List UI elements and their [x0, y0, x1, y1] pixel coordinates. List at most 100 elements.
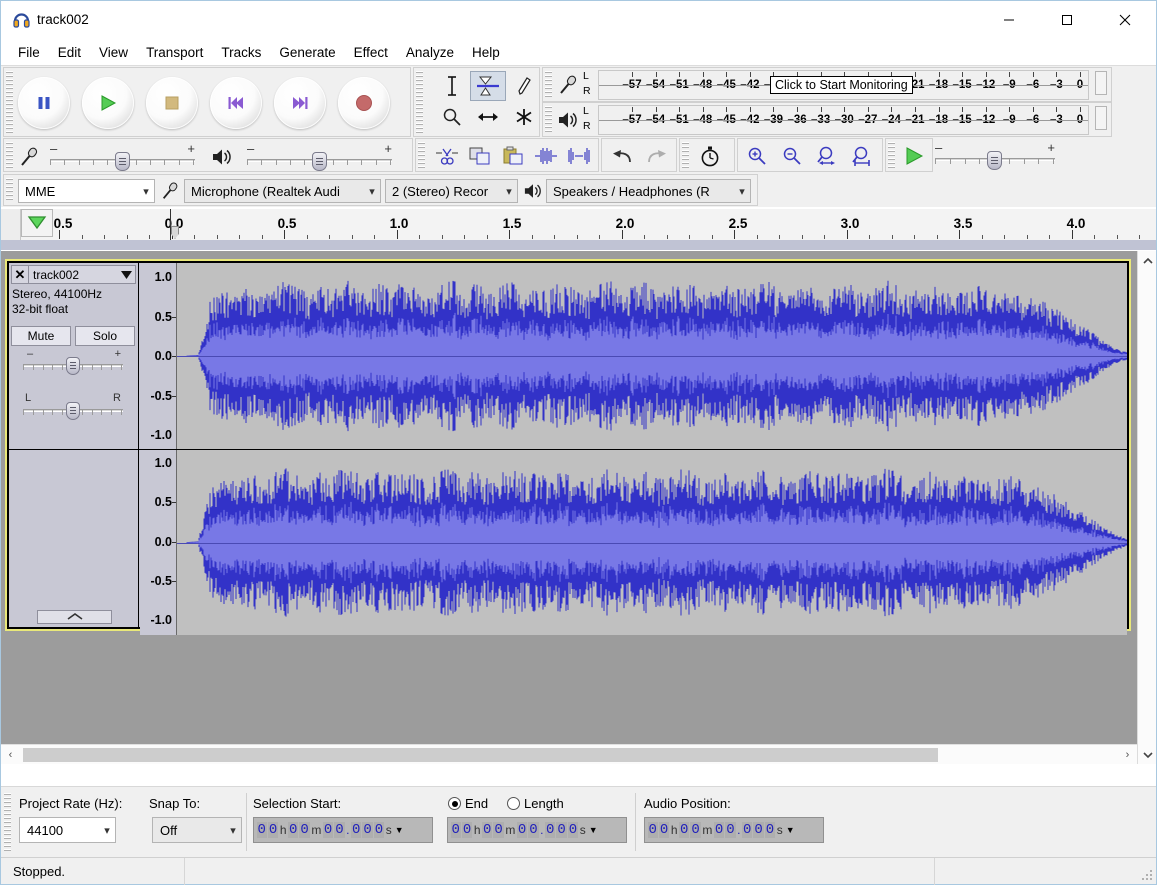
chevron-down-icon: ▾: [104, 824, 110, 837]
play-at-speed-button[interactable]: [898, 142, 929, 170]
paste-button[interactable]: [497, 142, 528, 170]
project-rate-combo[interactable]: 44100 ▾: [19, 817, 116, 843]
recording-device-combo[interactable]: Microphone (Realtek Audi ▾: [184, 179, 381, 203]
ruler-left-margin: [1, 209, 21, 241]
pan-slider[interactable]: L R: [23, 392, 123, 420]
timeshift-tool[interactable]: [470, 102, 506, 132]
fit-selection-zoom-button[interactable]: [811, 142, 842, 170]
menu-generate[interactable]: Generate: [270, 42, 344, 63]
playback-speed-thumb[interactable]: [987, 151, 1002, 170]
audio-position-time-field[interactable]: 00 h 00 m 00 . 000 s ▼: [644, 817, 824, 843]
menu-help[interactable]: Help: [463, 42, 509, 63]
menu-effect[interactable]: Effect: [345, 42, 397, 63]
menu-edit[interactable]: Edit: [49, 42, 90, 63]
draw-tool[interactable]: [506, 71, 542, 101]
menu-file[interactable]: File: [9, 42, 49, 63]
silence-audio-button[interactable]: [464, 142, 495, 170]
fit-project-zoom-button[interactable]: [846, 142, 877, 170]
scroll-up-icon[interactable]: [1138, 251, 1157, 270]
gain-slider-thumb[interactable]: [66, 357, 80, 375]
playback-meter-grip[interactable]: [545, 106, 552, 133]
mixer-toolbar-grip[interactable]: [6, 142, 13, 168]
selection-end-time-field[interactable]: 00 h 00 m 00 . 000 s ▼: [447, 817, 627, 843]
recording-volume-thumb[interactable]: [115, 152, 130, 171]
undo-button[interactable]: [606, 142, 637, 170]
play-button[interactable]: [82, 77, 134, 129]
recording-channels-combo[interactable]: 2 (Stereo) Recor ▾: [385, 179, 518, 203]
track-panel[interactable]: ✕ track002 Stereo, 44100Hz 32-bit float …: [1, 251, 1137, 764]
maximize-icon[interactable]: [1044, 1, 1090, 39]
timer-toolbar-grip[interactable]: [682, 142, 689, 168]
waveform-channel-1[interactable]: [176, 263, 1127, 449]
scroll-right-icon[interactable]: ›: [1118, 745, 1137, 764]
quick-play-strip[interactable]: [1, 240, 1156, 250]
vertical-scrollbar[interactable]: [1137, 251, 1156, 764]
menu-transport[interactable]: Transport: [137, 42, 212, 63]
zoom-tool[interactable]: [434, 102, 470, 132]
fit-selection-button[interactable]: [563, 142, 594, 170]
track-container: ✕ track002 Stereo, 44100Hz 32-bit float …: [9, 263, 1127, 635]
scroll-down-icon[interactable]: [1138, 745, 1157, 764]
solo-button[interactable]: Solo: [75, 326, 135, 346]
playhead-marker: [170, 209, 171, 240]
trim-audio-button[interactable]: [431, 142, 462, 170]
waveform-channel-2[interactable]: [176, 450, 1127, 635]
play-at-speed-grip[interactable]: [888, 142, 895, 168]
playback-volume-slider[interactable]: – +: [247, 141, 392, 171]
gain-slider[interactable]: – +: [23, 348, 123, 375]
pause-button[interactable]: [18, 77, 70, 129]
tools-toolbar-grip[interactable]: [416, 71, 423, 133]
stop-button[interactable]: [146, 77, 198, 129]
timer-record-button[interactable]: [694, 142, 725, 170]
selection-tool[interactable]: [434, 71, 470, 101]
selection-start-time-field[interactable]: 00 h 00 m 00 . 000 s ▼: [253, 817, 433, 843]
redo-button[interactable]: [641, 142, 672, 170]
horizontal-scrollbar[interactable]: ‹ ›: [1, 744, 1137, 764]
multi-tool[interactable]: [506, 102, 542, 132]
zoom-out-button[interactable]: [776, 142, 807, 170]
audio-host-combo[interactable]: MME ▾: [18, 179, 155, 203]
envelope-tool[interactable]: [470, 71, 506, 101]
track-menu-chevron-down-icon[interactable]: [117, 270, 135, 279]
edit-toolbar-grip[interactable]: [418, 142, 425, 168]
playback-device-combo[interactable]: Speakers / Headphones (R ▾: [546, 179, 751, 203]
speaker-icon: [209, 144, 235, 170]
timeline-ruler[interactable]: 0.5 0.0 0.5 1.0 1.5 2.0 2.5 3.0 3.5 4.0: [1, 209, 1156, 250]
skip-to-end-button[interactable]: [274, 77, 326, 129]
horizontal-scroll-thumb[interactable]: [23, 748, 938, 762]
close-track-icon[interactable]: ✕: [12, 266, 29, 283]
end-radio[interactable]: End: [448, 796, 488, 811]
record-button[interactable]: [338, 77, 390, 129]
collapse-track-button[interactable]: [37, 610, 112, 624]
track-info-line-1: Stereo, 44100Hz: [12, 287, 103, 301]
minimize-icon[interactable]: [986, 1, 1032, 39]
zoom-toggle-button[interactable]: [530, 142, 561, 170]
playback-volume-thumb[interactable]: [312, 152, 327, 171]
scroll-left-icon[interactable]: ‹: [1, 745, 20, 764]
close-icon[interactable]: [1102, 1, 1148, 39]
menu-analyze[interactable]: Analyze: [397, 42, 463, 63]
selection-toolbar-grip[interactable]: [4, 793, 11, 851]
zoom-in-button[interactable]: [741, 142, 772, 170]
device-toolbar-grip[interactable]: [6, 178, 13, 202]
transport-toolbar-grip[interactable]: [6, 71, 13, 133]
track-title-bar[interactable]: ✕ track002: [11, 265, 136, 284]
pan-slider-thumb[interactable]: [66, 402, 80, 420]
playback-meter-bars[interactable]: –57 –54 –51 –48 –45 –42 –39 –36 –33 –30 –27 –24 –21–…: [598, 105, 1089, 135]
recording-volume-slider[interactable]: – +: [50, 141, 195, 171]
recording-meter-grip[interactable]: [545, 71, 552, 98]
window-resize-grip[interactable]: [1141, 869, 1153, 881]
sel-end-dropdown-icon[interactable]: ▼: [589, 825, 598, 835]
menu-tracks[interactable]: Tracks: [212, 42, 270, 63]
playback-speed-slider[interactable]: – +: [935, 140, 1055, 170]
skip-to-start-button[interactable]: [210, 77, 262, 129]
menu-view[interactable]: View: [90, 42, 137, 63]
sel-start-dropdown-icon[interactable]: ▼: [395, 825, 404, 835]
length-radio[interactable]: Length: [507, 796, 564, 811]
pinned-play-head-icon[interactable]: [21, 209, 53, 237]
audio-pos-dropdown-icon[interactable]: ▼: [786, 825, 795, 835]
recording-clip-indicator: [1095, 71, 1107, 95]
sel-start-ms-d3: 0: [373, 822, 385, 838]
snap-to-combo[interactable]: Off ▾: [152, 817, 242, 843]
mute-button[interactable]: Mute: [11, 326, 71, 346]
